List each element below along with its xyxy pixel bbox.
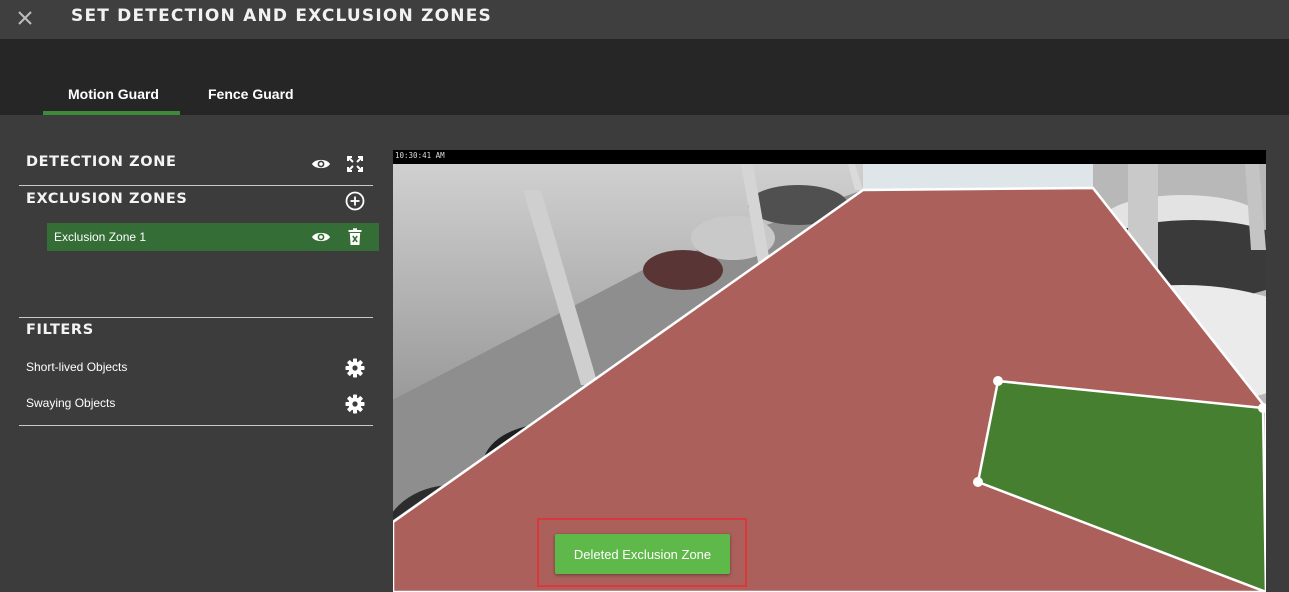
trash-icon (348, 228, 362, 245)
exclusion-zone-label: Exclusion Zone 1 (54, 230, 147, 244)
divider (19, 185, 373, 186)
add-exclusion-zone-button[interactable] (344, 190, 366, 212)
exclusion-zones-title: EXCLUSION ZONES (26, 191, 188, 207)
close-button[interactable] (14, 7, 36, 29)
exclusion-zone-item[interactable]: Exclusion Zone 1 (47, 223, 379, 251)
camera-view[interactable]: 10:30:41 AM (393, 150, 1266, 592)
timestamp-bar: 10:30:41 AM (393, 150, 1266, 164)
filter-short-lived-label: Short-lived Objects (26, 360, 128, 374)
detection-zone-visibility-button[interactable] (310, 153, 332, 175)
camera-frame (393, 150, 1266, 592)
swaying-settings-button[interactable] (344, 393, 366, 415)
detection-zone-expand-button[interactable] (344, 153, 366, 175)
expand-icon (347, 156, 363, 172)
tab-fence-guard[interactable]: Fence Guard (208, 86, 294, 102)
annotation-highlight-box (537, 518, 747, 587)
delete-exclusion-zone-button[interactable] (344, 226, 366, 248)
zones-sidebar: DETECTION ZONE EXCLUSION ZONES Exclusion… (0, 115, 385, 592)
gear-icon (345, 394, 365, 414)
eye-icon (312, 232, 330, 242)
close-icon (18, 11, 32, 25)
detection-zone-title: DETECTION ZONE (26, 154, 177, 170)
exclusion-zone-visibility-button[interactable] (310, 226, 332, 248)
divider (19, 317, 373, 318)
filter-swaying-label: Swaying Objects (26, 396, 116, 410)
plus-circle-icon (345, 191, 365, 211)
gear-icon (345, 358, 365, 378)
tab-motion-guard[interactable]: Motion Guard (68, 86, 159, 102)
divider (19, 425, 373, 426)
page-title: SET DETECTION AND EXCLUSION ZONES (71, 6, 492, 26)
tab-bar: Motion Guard Fence Guard (0, 39, 1289, 115)
title-bar: SET DETECTION AND EXCLUSION ZONES (0, 0, 1289, 39)
filters-title: FILTERS (26, 322, 94, 338)
video-timestamp: 10:30:41 AM (395, 151, 445, 160)
short-lived-settings-button[interactable] (344, 357, 366, 379)
eye-icon (312, 159, 330, 169)
